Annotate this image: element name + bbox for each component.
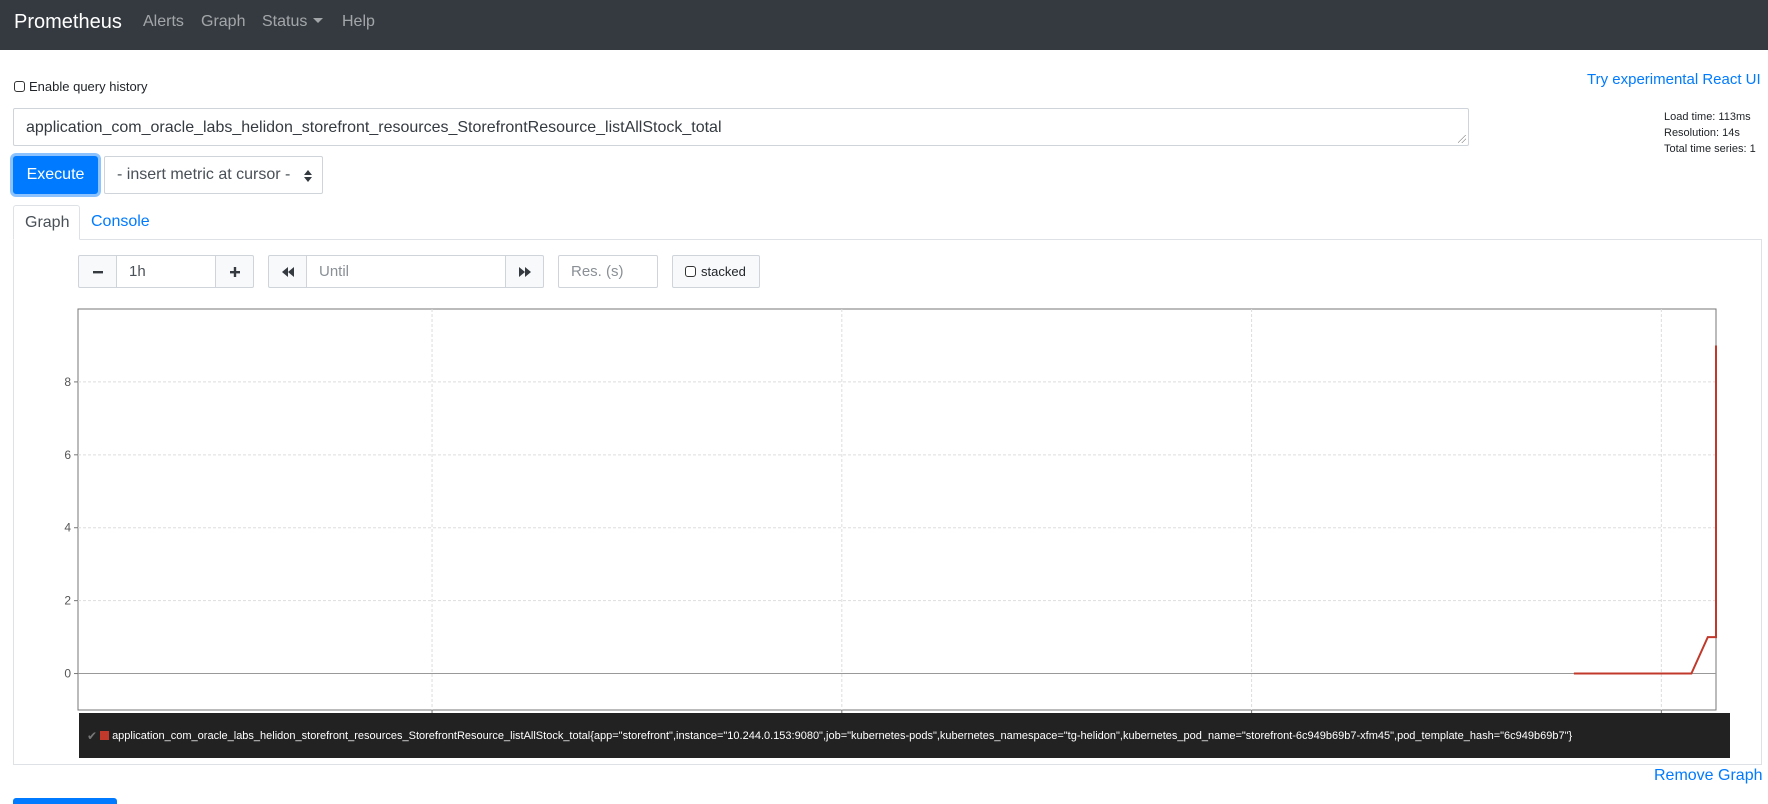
y-tick-label: 6 (64, 448, 71, 462)
tab-graph[interactable]: Graph (13, 205, 80, 240)
y-tick-label: 4 (64, 521, 71, 535)
add-graph-button[interactable] (13, 798, 117, 804)
y-tick-label: 8 (64, 375, 71, 389)
plot-area (77, 308, 1717, 711)
graph-chart: 0246817:4518:0018:1518:30 (64, 308, 1717, 727)
graph-legend: ✔ application_com_oracle_labs_helidon_st… (79, 713, 1730, 758)
legend-series-label[interactable]: application_com_oracle_labs_helidon_stor… (112, 730, 1572, 742)
checkmark-icon[interactable]: ✔ (87, 729, 97, 743)
remove-graph-link[interactable]: Remove Graph (1654, 767, 1763, 785)
y-tick-label: 0 (64, 667, 71, 681)
y-tick-label: 2 (64, 594, 71, 608)
series-color-swatch[interactable] (100, 731, 110, 740)
